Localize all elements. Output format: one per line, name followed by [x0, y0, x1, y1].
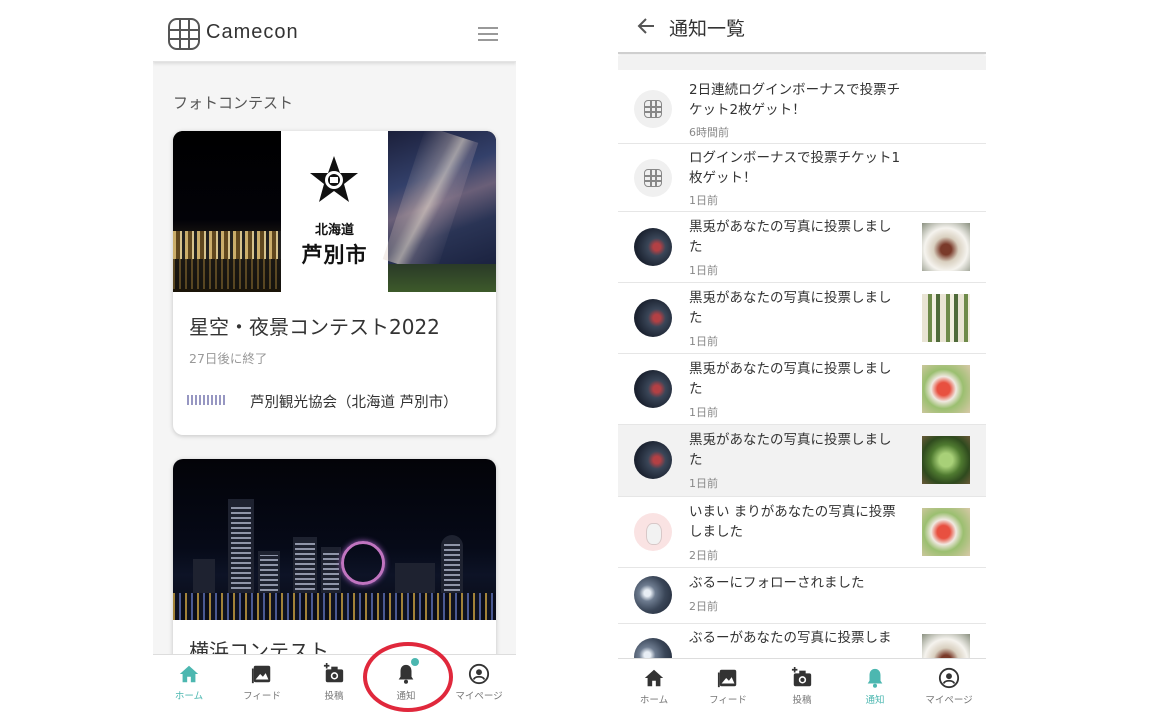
nav-post-label: 投稿 [792, 695, 812, 706]
notification-text: いまい まりがあなたの写真に投票しました [689, 504, 896, 540]
notification-text: 黒兎があなたの写真に投票しました [689, 432, 892, 468]
notification-item[interactable]: 黒兎があなたの写真に投票しました 1日前 [618, 212, 986, 283]
banner-prefecture: 北海道 [314, 223, 354, 238]
notification-item[interactable]: いまい まりがあなたの写真に投票しました 2日前 [618, 497, 986, 568]
user-icon [938, 667, 960, 689]
notification-time: 2日前 [689, 549, 718, 562]
contest-card[interactable]: 北海道 芦別市 星空・夜景コンテスト2022 27日後に終了 芦別観光協会（北海… [173, 131, 496, 435]
nav-mypage[interactable]: マイページ [914, 667, 984, 706]
contest-banner-image [173, 459, 496, 620]
nav-home-label: ホーム [174, 691, 204, 702]
contest-banner-image: 北海道 芦別市 [173, 131, 496, 292]
notification-text: ぶるーがあなたの写真に投票しま [689, 630, 892, 646]
nav-notifications-label: 通知 [865, 695, 885, 706]
nav-post[interactable]: 投稿 [299, 663, 369, 702]
app-title: Camecon [206, 21, 299, 43]
notification-time: 1日前 [689, 477, 718, 490]
nav-feed[interactable]: フィード [693, 667, 763, 706]
app-bar: 通知一覧 [618, 0, 986, 54]
highlight-annotation [363, 642, 453, 712]
notification-text: 黒兎があなたの写真に投票しました [689, 361, 892, 397]
camera-plus-icon [323, 663, 344, 683]
back-arrow-icon[interactable] [636, 16, 656, 36]
user-avatar [634, 228, 672, 266]
photo-thumbnail [922, 365, 970, 413]
banner-city: 芦別市 [301, 243, 368, 267]
feed-icon [251, 665, 271, 684]
notification-list: 2日連続ログインボーナスで投票チケット2枚ゲット！ 6時間前 ログインボーナスで… [618, 72, 986, 684]
home-icon [179, 665, 199, 683]
notification-time: 6時間前 [689, 126, 729, 139]
nav-mypage-label: マイページ [925, 695, 973, 706]
bottom-navigation: ホーム フィード 投稿 通知 マイページ [618, 658, 986, 714]
notification-item[interactable]: ぶるーにフォローされました 2日前 [618, 568, 986, 624]
nav-feed-label: フィード [709, 695, 747, 706]
home-screen: Camecon フォトコンテスト 北海道 芦別市 星空・夜景コンテスト2022 … [153, 6, 516, 714]
nav-mypage[interactable]: マイページ [444, 663, 514, 702]
section-title: フォトコンテスト [173, 94, 294, 112]
app-avatar [634, 90, 672, 128]
photo-thumbnail [922, 508, 970, 556]
notification-text: ログインボーナスで投票チケット1枚ゲット！ [689, 150, 901, 186]
notification-time: 1日前 [689, 335, 718, 348]
app-bar: Camecon [153, 6, 516, 62]
home-icon [644, 669, 664, 687]
user-icon [468, 663, 490, 685]
notification-item[interactable]: ログインボーナスで投票チケット1枚ゲット！ 1日前 [618, 144, 986, 212]
user-avatar [634, 513, 672, 551]
photo-thumbnail [922, 436, 970, 484]
notification-item[interactable]: 黒兎があなたの写真に投票しました 1日前 [618, 425, 986, 497]
photo-thumbnail [922, 223, 970, 271]
notification-text: 2日連続ログインボーナスで投票チケット2枚ゲット！ [689, 82, 901, 118]
organizer-name: 芦別観光協会（北海道 芦別市） [250, 395, 458, 411]
notification-text: 黒兎があなたの写真に投票しました [689, 290, 892, 326]
notification-time: 1日前 [689, 264, 718, 277]
nav-home[interactable]: ホーム [619, 667, 689, 706]
notification-time: 1日前 [689, 406, 718, 419]
nav-post-label: 投稿 [324, 691, 344, 702]
bell-icon [867, 668, 883, 688]
nav-feed-label: フィード [243, 691, 281, 702]
notification-item[interactable]: 黒兎があなたの写真に投票しました 1日前 [618, 283, 986, 354]
photo-thumbnail [922, 294, 970, 342]
contest-title: 星空・夜景コンテスト2022 [189, 315, 440, 339]
notifications-screen: 通知一覧 2日連続ログインボーナスで投票チケット2枚ゲット！ 6時間前 ログイン… [618, 0, 986, 716]
nav-notifications[interactable]: 通知 [840, 667, 910, 706]
ashibetsu-emblem-icon [310, 156, 358, 202]
nav-feed[interactable]: フィード [227, 663, 297, 702]
user-avatar [634, 299, 672, 337]
hamburger-menu-icon[interactable] [478, 27, 498, 41]
notification-item[interactable]: 2日連続ログインボーナスで投票チケット2枚ゲット！ 6時間前 [618, 72, 986, 144]
organizer-logo [187, 395, 227, 405]
bottom-navigation: ホーム フィード 投稿 通知 マイページ [153, 654, 516, 714]
user-avatar [634, 441, 672, 479]
notification-text: 黒兎があなたの写真に投票しました [689, 219, 892, 255]
user-avatar [634, 576, 672, 614]
nav-home-label: ホーム [639, 695, 669, 706]
nav-post[interactable]: 投稿 [767, 667, 837, 706]
page-title: 通知一覧 [669, 18, 746, 40]
feed-icon [717, 669, 737, 688]
app-avatar [634, 159, 672, 197]
nav-home[interactable]: ホーム [154, 663, 224, 702]
notification-text: ぶるーにフォローされました [689, 575, 865, 591]
contest-deadline: 27日後に終了 [189, 351, 268, 366]
user-avatar [634, 370, 672, 408]
notification-time: 2日前 [689, 600, 718, 613]
camecon-logo-icon [168, 18, 200, 50]
notification-time: 1日前 [689, 194, 718, 207]
camera-plus-icon [791, 667, 812, 687]
nav-mypage-label: マイページ [455, 691, 503, 702]
notification-item[interactable]: 黒兎があなたの写真に投票しました 1日前 [618, 354, 986, 425]
